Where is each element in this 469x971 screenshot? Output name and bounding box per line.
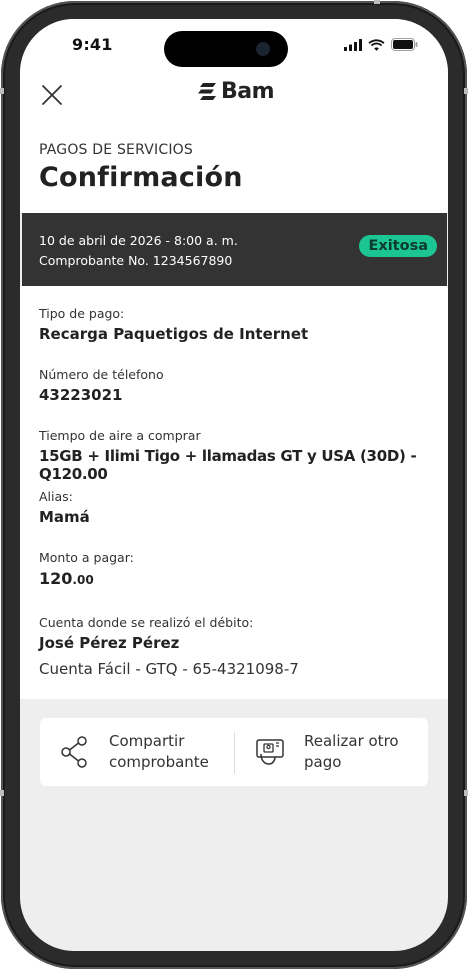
new-payment-label-line2: pago [304,753,342,771]
account-field: Cuenta donde se realizó el débito: José … [39,615,299,678]
side-button-right [464,88,468,94]
close-button[interactable] [38,81,66,109]
phone-label: Número de télefono [39,367,164,382]
amount-main: 120 [39,569,73,588]
new-payment-label-line1: Realizar otro [304,732,399,750]
logo: Bam [197,79,275,104]
side-button-left-2 [0,790,4,796]
screen: 9:41 Bam PAGOS DE SERVICIOS Confirmación… [20,19,448,951]
logo-text: Bam [221,79,275,104]
close-icon[interactable] [38,81,66,109]
share-label-line2: comprobante [109,753,209,771]
airtime-field: Tiempo de aire a comprar 15GB + Ilimi Ti… [39,428,448,483]
status-bar: 9:41 [20,19,448,73]
status-time: 9:41 [72,35,113,54]
wifi-icon [368,38,385,51]
share-receipt-button[interactable]: Compartir comprobante [60,718,230,786]
amount-label: Monto a pagar: [39,550,134,565]
payment-type-label: Tipo de pago: [39,306,125,321]
account-holder: José Pérez Pérez [39,634,180,652]
dynamic-island [164,31,288,67]
actions-divider [234,732,235,774]
payment-type-field: Tipo de pago: Recarga Paquetigos de Inte… [39,306,308,343]
status-icons [344,38,418,51]
receipt-date: 10 de abril de 2026 - 8:00 a. m. [39,233,238,248]
new-payment-label: Realizar otro pago [304,731,399,773]
battery-icon [391,38,418,51]
side-button-left [0,88,4,94]
alias-field: Alias: Mamá [39,489,90,526]
amount-cents: .00 [72,573,94,587]
alias-value: Mamá [39,508,90,526]
camera-icon [256,42,270,56]
alias-label: Alias: [39,489,73,504]
receipt-bar: 10 de abril de 2026 - 8:00 a. m. Comprob… [22,213,447,286]
amount-field: Monto a pagar: 120.00 [39,550,134,588]
details-section: Tipo de pago: Recarga Paquetigos de Inte… [20,286,448,699]
side-button-right-2 [464,790,468,796]
share-label: Compartir comprobante [109,731,209,773]
share-icon [61,736,87,768]
actions-card: Compartir comprobante Realizar otro pago [40,718,428,786]
payment-icon [256,739,284,765]
account-number: Cuenta Fácil - GTQ - 65-4321098-7 [39,660,299,678]
phone-value: 43223021 [39,386,123,404]
side-button-top [374,0,380,4]
payment-type-value: Recarga Paquetigos de Internet [39,325,309,343]
airtime-label: Tiempo de aire a comprar [39,428,201,443]
receipt-number: Comprobante No. 1234567890 [39,253,233,268]
new-payment-button[interactable]: Realizar otro pago [255,718,425,786]
header: Bam PAGOS DE SERVICIOS Confirmación [20,73,448,213]
page-title: Confirmación [39,162,243,193]
amount-value: 120.00 [39,569,134,588]
phone-field: Número de télefono 43223021 [39,367,164,404]
section-label: PAGOS DE SERVICIOS [39,142,193,158]
signal-icon [344,38,362,51]
airtime-value: 15GB + Ilimi Tigo + llamadas GT y USA (3… [39,447,417,483]
share-label-line1: Compartir [109,732,185,750]
status-badge: Exitosa [359,235,437,257]
bam-logo-icon [198,82,216,100]
account-label: Cuenta donde se realizó el débito: [39,615,254,630]
